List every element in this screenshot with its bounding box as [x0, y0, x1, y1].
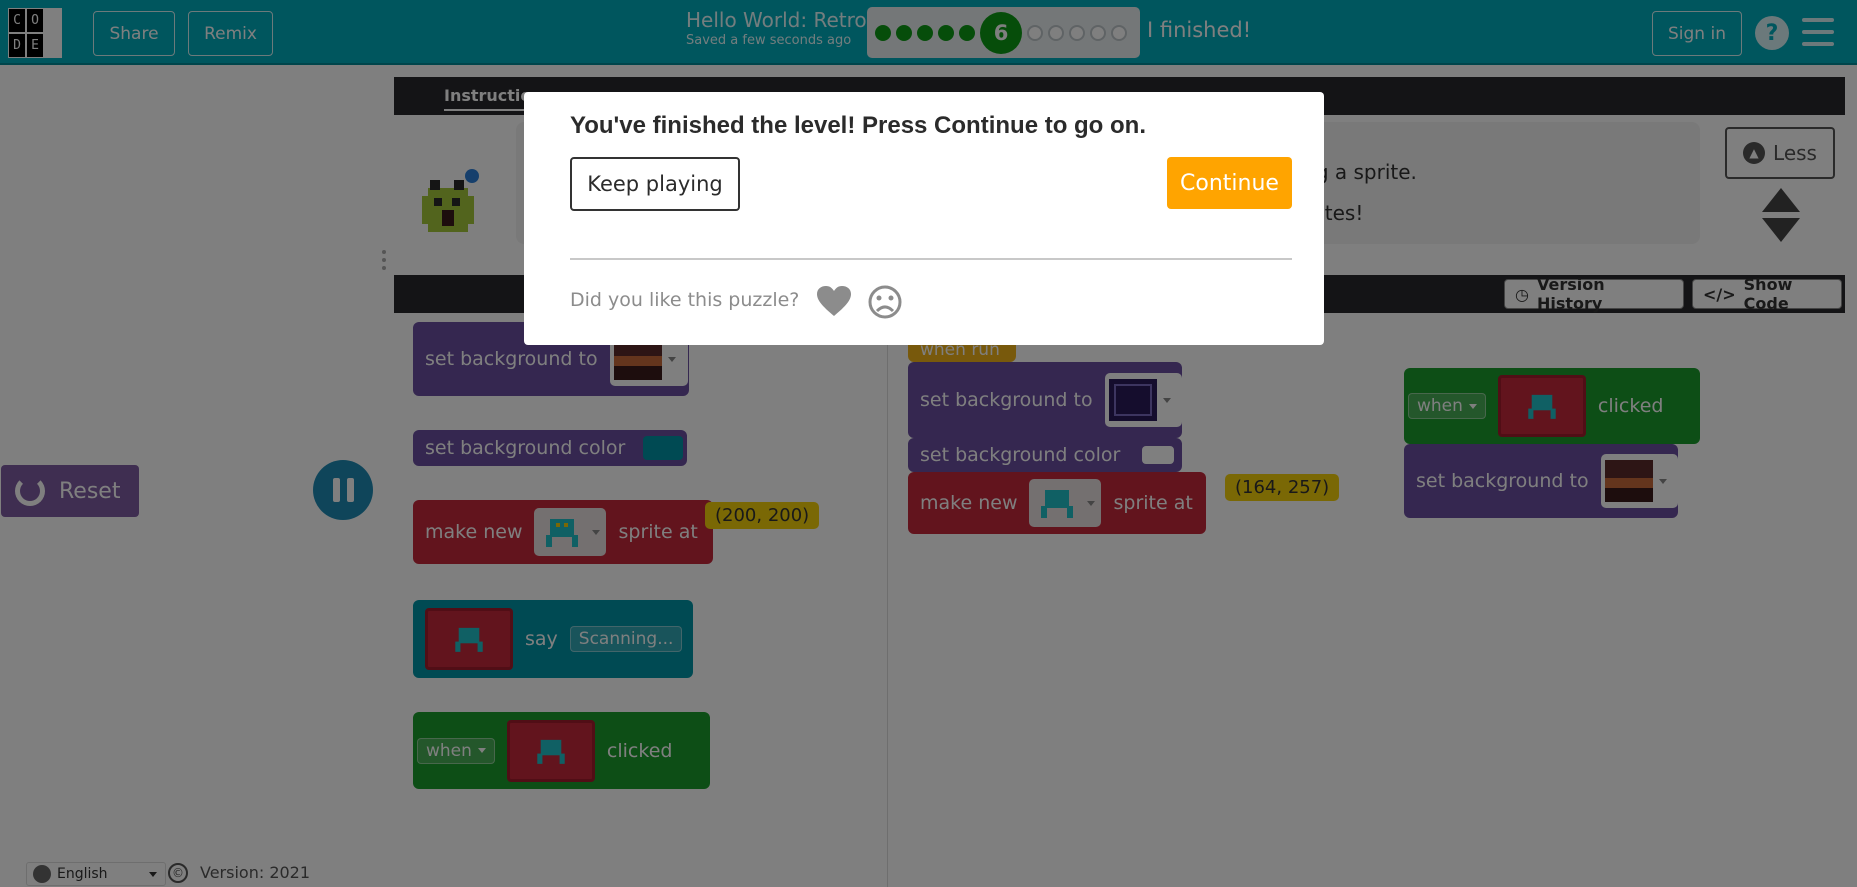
level-complete-dialog: You've finished the level! Press Continu… [524, 92, 1324, 345]
keep-playing-button[interactable]: Keep playing [570, 157, 740, 211]
dialog-divider [570, 258, 1292, 260]
heart-icon[interactable] [816, 285, 852, 317]
frown-icon[interactable] [867, 284, 903, 320]
continue-button[interactable]: Continue [1167, 157, 1292, 209]
dialog-title: You've finished the level! Press Continu… [570, 112, 1146, 139]
feedback-question: Did you like this puzzle? [570, 289, 800, 311]
